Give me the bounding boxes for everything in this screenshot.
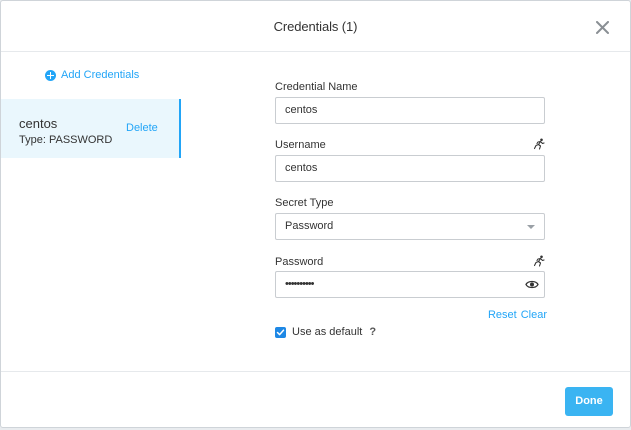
credentials-sidebar: Add Credentials centos Type: PASSWORD De… <box>1 52 181 371</box>
help-icon[interactable]: ? <box>369 326 376 338</box>
secret-type-value: Password <box>285 220 334 232</box>
add-credentials-label: Add Credentials <box>61 69 140 81</box>
clear-link[interactable]: Clear <box>521 309 547 321</box>
eye-icon[interactable] <box>525 279 539 290</box>
dialog-title: Credentials (1) <box>273 19 358 34</box>
use-as-default-checkbox[interactable] <box>275 326 286 338</box>
chevron-down-icon <box>527 225 535 229</box>
use-as-default-row: Use as default ? <box>275 326 376 338</box>
done-button[interactable]: Done <box>565 387 613 416</box>
username-label: Username <box>275 139 326 151</box>
delete-credential-link[interactable]: Delete <box>126 122 158 134</box>
runtime-variable-icon[interactable] <box>533 255 545 267</box>
credential-name-input[interactable]: centos <box>275 97 545 124</box>
password-value: •••••••••• <box>285 278 314 290</box>
close-icon[interactable] <box>596 21 612 37</box>
credential-name-label: Credential Name <box>275 81 358 93</box>
secret-type-select[interactable]: Password <box>275 213 545 240</box>
dialog-footer: Done <box>1 371 630 427</box>
runtime-variable-icon[interactable] <box>533 138 545 150</box>
plus-circle-icon <box>45 69 56 81</box>
dialog-header: Credentials (1) <box>1 1 630 52</box>
username-input[interactable]: centos <box>275 155 545 182</box>
use-as-default-label: Use as default <box>292 326 363 338</box>
password-input[interactable]: •••••••••• <box>275 271 545 298</box>
credential-list-item[interactable]: centos Type: PASSWORD Delete <box>1 99 181 158</box>
password-label: Password <box>275 256 324 268</box>
credential-item-type: Type: PASSWORD <box>19 134 113 146</box>
secret-type-label: Secret Type <box>275 197 334 209</box>
reset-link[interactable]: Reset <box>488 309 517 321</box>
credentials-dialog: Credentials (1) Add Credentials centos T… <box>0 0 631 428</box>
add-credentials-button[interactable]: Add Credentials <box>45 69 139 81</box>
password-actions: Reset Clear <box>488 309 547 321</box>
credential-item-name: centos <box>19 116 58 131</box>
